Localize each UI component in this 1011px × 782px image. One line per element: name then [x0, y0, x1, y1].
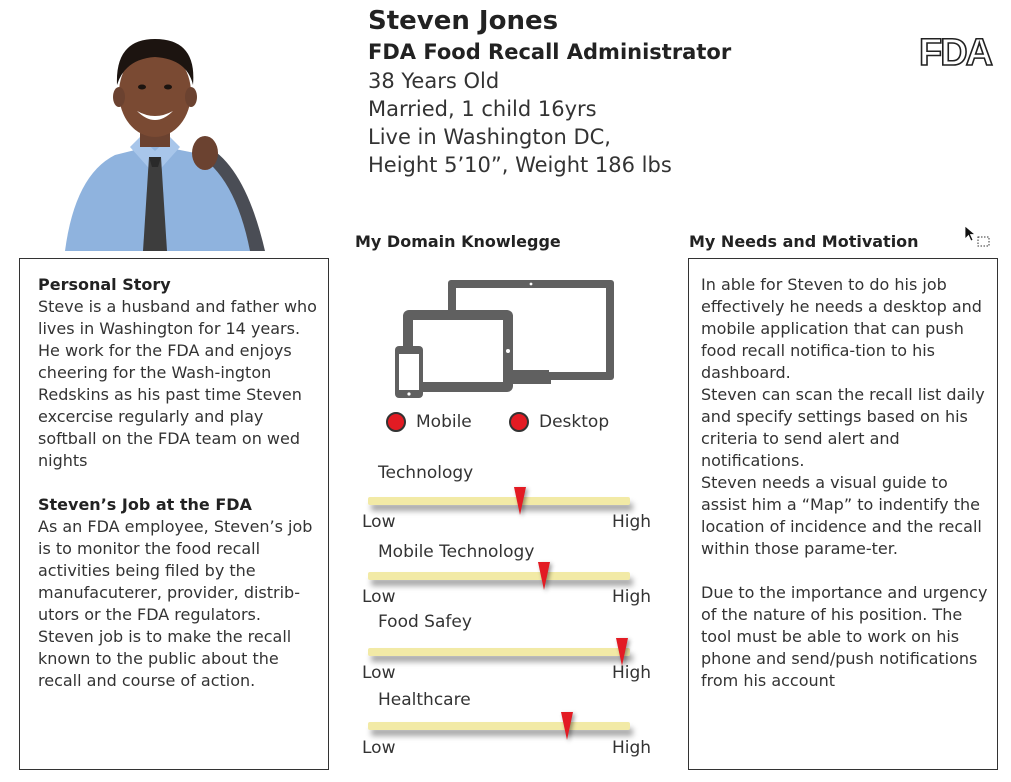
persona-role: FDA Food Recall Administrator — [368, 40, 732, 64]
legend-mobile-label: Mobile — [416, 412, 472, 432]
domain-knowledge-heading: My Domain Knowlegge — [355, 232, 561, 251]
svg-text:FDA: FDA — [919, 32, 993, 70]
legend-mobile: Mobile — [386, 412, 472, 432]
slider-track-mobile-technology — [368, 572, 630, 580]
slider-high-healthcare: High — [612, 738, 652, 758]
slider-marker-healthcare — [561, 712, 574, 740]
fda-logo: FDA — [918, 32, 995, 70]
legend-desktop-label: Desktop — [539, 412, 610, 432]
needs-motivation-heading: My Needs and Motivation — [689, 232, 919, 251]
mobile-dot-icon — [386, 412, 406, 432]
personal-story-title: Personal Story — [38, 275, 171, 294]
slider-marker-food-safety — [616, 638, 629, 666]
persona-age: 38 Years Old — [368, 69, 500, 93]
slider-low-mobile-technology: Low — [362, 587, 396, 607]
slider-high-mobile-technology: High — [612, 587, 652, 607]
slider-track-technology — [368, 497, 630, 505]
personal-story-panel: Personal Story Steve is a husband and fa… — [19, 258, 329, 770]
legend-desktop: Desktop — [509, 412, 609, 432]
slider-marker-technology — [513, 487, 526, 515]
slider-title-food-safety: Food Safey — [378, 612, 472, 632]
slider-high-technology: High — [612, 512, 652, 532]
persona-location: Live in Washington DC, — [368, 125, 611, 149]
slider-title-mobile-technology: Mobile Technology — [378, 542, 535, 562]
slider-marker-mobile-technology — [537, 562, 550, 590]
job-text: As an FDA employee, Steven’s job is to m… — [38, 517, 313, 690]
persona-physique: Height 5’10”, Weight 186 lbs — [368, 153, 672, 177]
persona-photo — [65, 39, 265, 251]
needs-motivation-panel: In able for Steven to do his job effecti… — [688, 258, 998, 770]
slider-track-food-safety — [368, 648, 630, 656]
persona-name: Steven Jones — [368, 6, 559, 36]
job-title: Steven’s Job at the FDA — [38, 495, 252, 514]
slider-low-healthcare: Low — [362, 738, 396, 758]
devices-icon — [395, 280, 614, 398]
needs-paragraph-1: In able for Steven to do his job effecti… — [701, 275, 982, 382]
slider-high-food-safety: High — [612, 663, 652, 683]
slider-title-healthcare: Healthcare — [378, 690, 471, 710]
personal-story-text: Steve is a husband and father who lives … — [38, 297, 317, 470]
needs-paragraph-2: Steven can scan the recall list daily an… — [701, 385, 985, 470]
needs-paragraph-4: Due to the importance and urgency of the… — [701, 583, 988, 690]
needs-paragraph-3: Steven needs a visual guide to assist hi… — [701, 473, 982, 558]
persona-family: Married, 1 child 16yrs — [368, 97, 597, 121]
slider-track-healthcare — [368, 722, 630, 730]
slider-low-food-safety: Low — [362, 663, 396, 683]
slider-low-technology: Low — [362, 512, 396, 532]
desktop-dot-icon — [509, 412, 529, 432]
slider-title-technology: Technology — [378, 463, 474, 483]
mouse-cursor-icon — [964, 225, 990, 247]
